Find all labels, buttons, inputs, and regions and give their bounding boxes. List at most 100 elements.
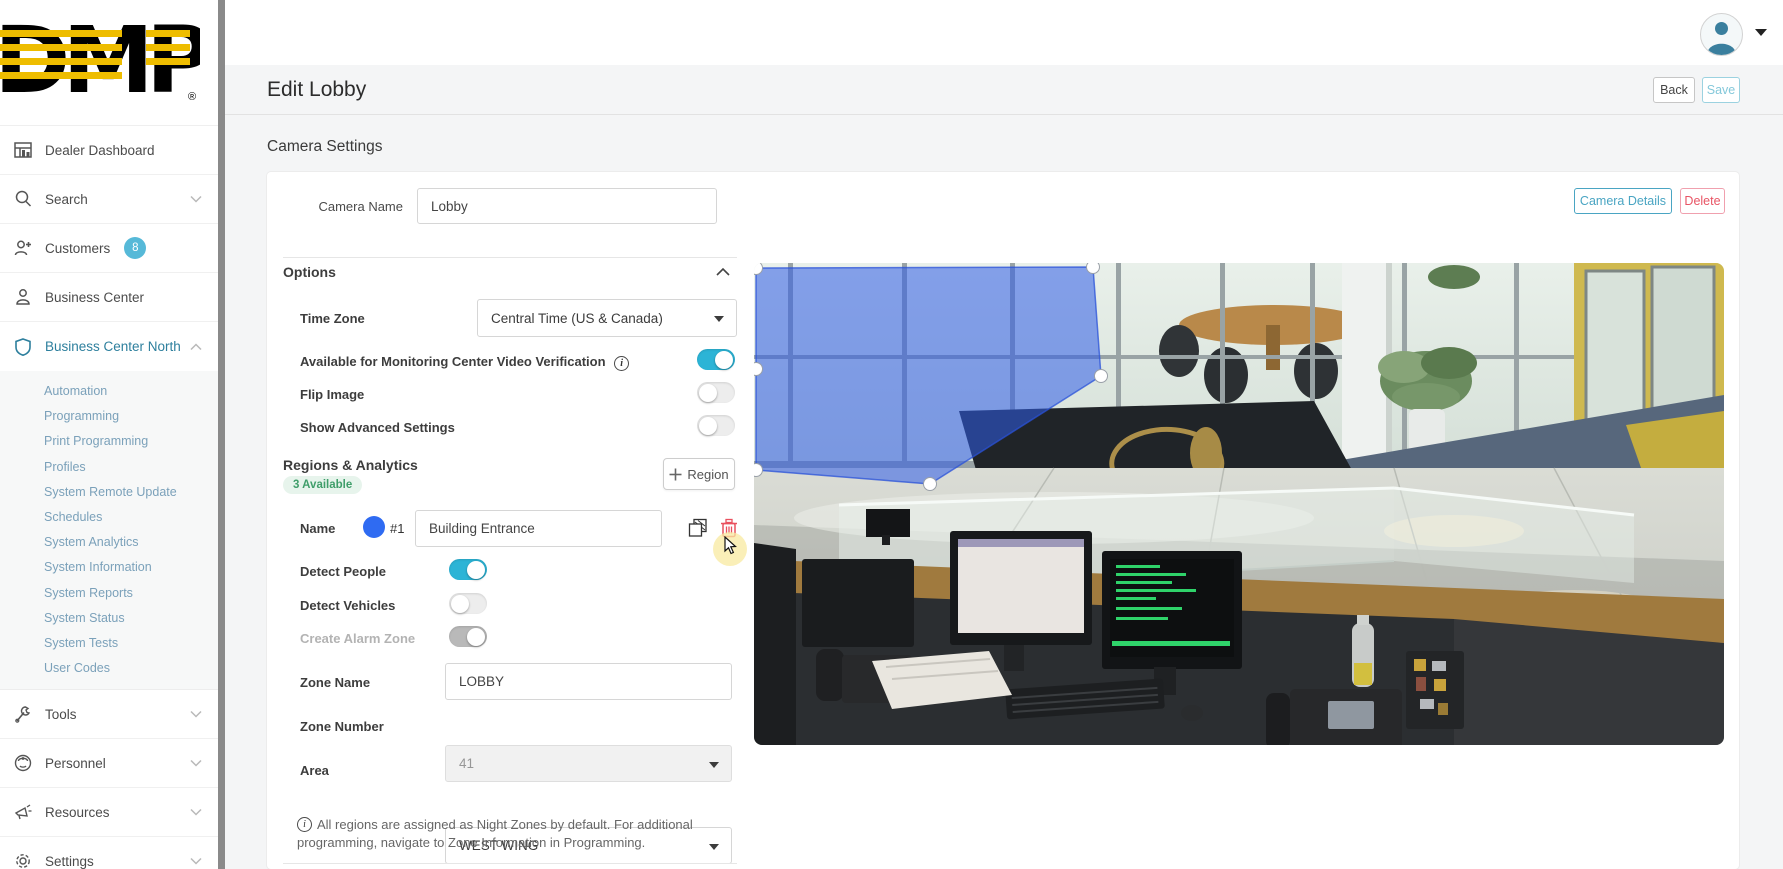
sidebar-scrollbar[interactable] [218,0,225,869]
region-overlay[interactable] [754,263,1724,745]
region-color-dot[interactable] [363,516,385,538]
info-icon[interactable]: i [614,356,630,371]
chevron-down-icon [190,195,202,203]
verification-toggle[interactable] [697,349,735,370]
zone-name-input[interactable]: LOBBY [445,663,732,700]
detect-vehicles-toggle[interactable] [449,593,487,614]
mouse-cursor-icon [724,536,737,555]
flip-image-toggle[interactable] [697,382,735,403]
zone-number-label: Zone Number [300,719,384,734]
sidebar-item-label: Settings [45,853,94,869]
camera-name-label: Camera Name [318,199,403,214]
sidebar-item-settings[interactable]: Settings [0,837,218,869]
back-button[interactable]: Back [1653,77,1695,103]
camera-name-input[interactable]: Lobby [417,188,717,224]
camera-settings-card: Camera Name Lobby Camera Details Delete … [267,172,1739,869]
options-divider [283,257,737,258]
time-zone-label: Time Zone [300,311,365,326]
add-region-button[interactable]: Region [663,458,735,490]
sidebar-subitem-system-tests[interactable]: System Tests [0,631,218,656]
sidebar-item-label: Search [45,191,88,207]
region-name-value: Building Entrance [429,521,535,536]
sidebar: DMP ® Dealer D [0,0,218,869]
sidebar-item-customers[interactable]: Customers 8 [0,224,218,273]
sidebar-item-resources[interactable]: Resources [0,788,218,838]
shield-icon [15,337,31,356]
detect-people-label: Detect People [300,564,386,579]
sidebar-subitem-system-remote-update[interactable]: System Remote Update [0,480,218,505]
region-name-input[interactable]: Building Entrance [415,510,662,547]
advanced-settings-toggle[interactable] [697,415,735,436]
copy-region-icon[interactable] [687,517,709,539]
page-header: Edit Lobby Back Save [225,65,1783,115]
detect-people-toggle[interactable] [449,559,487,580]
sidebar-item-business-center-north[interactable]: Business Center North [0,322,218,371]
regions-section-title: Regions & Analytics [283,457,418,473]
chevron-up-icon [190,342,202,350]
sidebar-subitem-schedules[interactable]: Schedules [0,505,218,530]
chevron-down-icon [190,809,202,816]
sidebar-subitem-system-information[interactable]: System Information [0,555,218,580]
select-caret-icon [709,843,719,850]
time-zone-value: Central Time (US & Canada) [491,310,663,326]
dmp-logo[interactable]: DMP ® [0,0,218,126]
sidebar-item-search[interactable]: Search [0,175,218,224]
sidebar-item-label: Business Center North [45,339,181,354]
sidebar-subitem-programming[interactable]: Programming [0,404,218,429]
options-section-title: Options [283,264,336,280]
add-region-label: Region [687,466,729,482]
night-zones-note: i All regions are assigned as Night Zone… [297,817,693,850]
zone-number-select: 41 [445,745,732,782]
page-title: Edit Lobby [267,78,367,101]
app-root: DMP ® Dealer D [0,0,1783,869]
camera-details-button[interactable]: Camera Details [1574,188,1672,214]
sidebar-subitem-print-programming[interactable]: Print Programming [0,429,218,454]
select-caret-icon [709,761,719,768]
sidebar-item-dealer-dashboard[interactable]: Dealer Dashboard [0,126,218,175]
select-caret-icon [714,316,724,322]
region-number: #1 [390,521,405,536]
search-icon [15,190,32,207]
zone-name-label: Zone Name [300,675,371,690]
wrench-icon [15,706,31,724]
collapse-options-icon[interactable] [715,267,731,277]
verification-label: Available for Monitoring Center Video Ve… [300,354,630,371]
avatar-menu-caret-icon[interactable] [1755,29,1767,36]
delete-camera-button[interactable]: Delete [1680,188,1725,214]
gear-icon [16,854,30,869]
sidebar-submenu: Automation Programming Print Programming… [0,371,218,691]
sidebar-subitem-automation[interactable]: Automation [0,379,218,404]
sidebar-subitem-system-analytics[interactable]: System Analytics [0,530,218,555]
sidebar-item-label: Business Center [45,289,145,305]
user-avatar[interactable] [1700,13,1743,56]
main-area: Edit Lobby Back Save Camera Settings Cam… [225,0,1783,869]
sidebar-item-business-center[interactable]: Business Center [0,273,218,322]
zone-number-value: 41 [459,756,475,771]
top-bar [225,0,1783,65]
time-zone-select[interactable]: Central Time (US & Canada) [477,299,737,337]
sidebar-item-tools[interactable]: Tools [0,690,218,740]
flip-image-label: Flip Image [300,387,365,402]
sidebar-subitem-user-codes[interactable]: User Codes [0,656,218,681]
hard-hat-person-icon [14,755,32,772]
zone-name-value: LOBBY [459,674,505,689]
sidebar-subitem-system-reports[interactable]: System Reports [0,581,218,606]
sidebar-subitem-profiles[interactable]: Profiles [0,455,218,480]
region-polygon[interactable] [755,266,1102,485]
create-alarm-zone-toggle [449,626,487,647]
detect-vehicles-label: Detect Vehicles [300,598,396,613]
customers-icon [14,240,31,256]
region-name-label: Name [300,521,336,536]
create-alarm-zone-label: Create Alarm Zone [300,631,416,646]
regions-available-badge: 3 Available [283,476,363,494]
person-icon [16,289,30,305]
sidebar-item-label: Tools [45,706,77,722]
sidebar-subitem-system-status[interactable]: System Status [0,606,218,631]
advanced-settings-label: Show Advanced Settings [300,420,455,435]
sidebar-item-personnel[interactable]: Personnel [0,739,218,789]
sidebar-item-label: Personnel [45,755,106,771]
camera-preview[interactable] [754,263,1724,745]
save-button[interactable]: Save [1702,77,1740,103]
sidebar-item-label: Resources [45,804,110,820]
plus-icon [669,468,682,480]
